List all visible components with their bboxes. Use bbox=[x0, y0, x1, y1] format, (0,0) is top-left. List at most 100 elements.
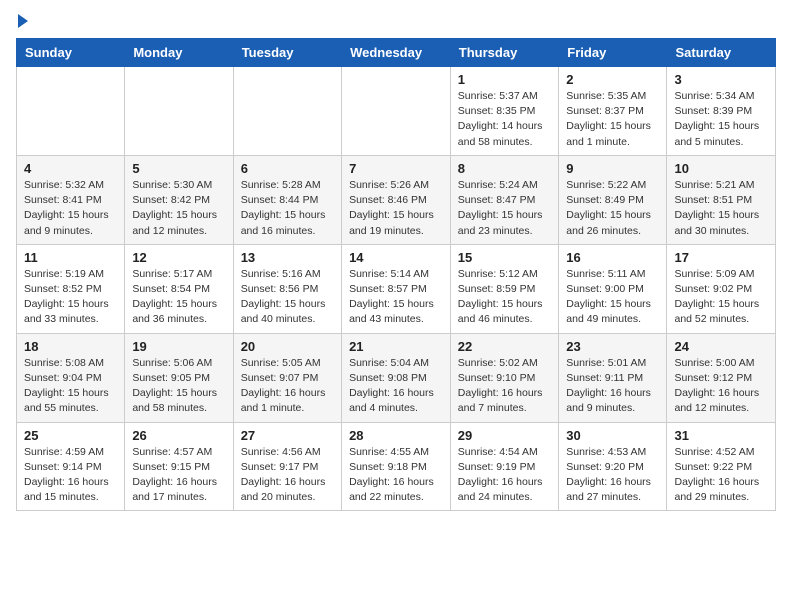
day-info: Sunrise: 5:28 AM Sunset: 8:44 PM Dayligh… bbox=[241, 178, 334, 239]
calendar-cell: 13 Sunrise: 5:16 AM Sunset: 8:56 PM Dayli… bbox=[233, 244, 341, 333]
day-info: Sunrise: 5:12 AM Sunset: 8:59 PM Dayligh… bbox=[458, 267, 552, 328]
calendar-cell: 2 Sunrise: 5:35 AM Sunset: 8:37 PM Daylig… bbox=[559, 67, 667, 156]
day-number: 6 bbox=[241, 161, 334, 176]
day-number: 2 bbox=[566, 72, 659, 87]
calendar-cell: 28 Sunrise: 4:55 AM Sunset: 9:18 PM Dayli… bbox=[342, 422, 451, 511]
day-of-week-header: Saturday bbox=[667, 39, 776, 67]
day-info: Sunrise: 5:21 AM Sunset: 8:51 PM Dayligh… bbox=[674, 178, 768, 239]
day-number: 24 bbox=[674, 339, 768, 354]
calendar-cell: 10 Sunrise: 5:21 AM Sunset: 8:51 PM Dayli… bbox=[667, 155, 776, 244]
day-number: 10 bbox=[674, 161, 768, 176]
calendar-header: SundayMondayTuesdayWednesdayThursdayFrid… bbox=[17, 39, 776, 67]
header-row: SundayMondayTuesdayWednesdayThursdayFrid… bbox=[17, 39, 776, 67]
day-number: 15 bbox=[458, 250, 552, 265]
calendar-cell: 17 Sunrise: 5:09 AM Sunset: 9:02 PM Dayli… bbox=[667, 244, 776, 333]
day-info: Sunrise: 4:54 AM Sunset: 9:19 PM Dayligh… bbox=[458, 445, 552, 506]
calendar-cell: 20 Sunrise: 5:05 AM Sunset: 9:07 PM Dayli… bbox=[233, 333, 341, 422]
calendar-week-row: 11Sunrise: 5:19 AM Sunset: 8:52 PM Dayli… bbox=[17, 244, 776, 333]
day-of-week-header: Friday bbox=[559, 39, 667, 67]
day-number: 16 bbox=[566, 250, 659, 265]
day-number: 26 bbox=[132, 428, 225, 443]
day-number: 25 bbox=[24, 428, 117, 443]
day-info: Sunrise: 5:16 AM Sunset: 8:56 PM Dayligh… bbox=[241, 267, 334, 328]
day-number: 1 bbox=[458, 72, 552, 87]
calendar-cell: 24Sunrise: 5:00 AM Sunset: 9:12 PM Dayli… bbox=[667, 333, 776, 422]
day-info: Sunrise: 5:22 AM Sunset: 8:49 PM Dayligh… bbox=[566, 178, 659, 239]
day-of-week-header: Sunday bbox=[17, 39, 125, 67]
day-number: 13 bbox=[241, 250, 334, 265]
day-number: 28 bbox=[349, 428, 443, 443]
calendar-cell: 23 Sunrise: 5:01 AM Sunset: 9:11 PM Dayli… bbox=[559, 333, 667, 422]
calendar-cell: 3 Sunrise: 5:34 AM Sunset: 8:39 PM Daylig… bbox=[667, 67, 776, 156]
day-info: Sunrise: 4:55 AM Sunset: 9:18 PM Dayligh… bbox=[349, 445, 443, 506]
calendar-cell: 18Sunrise: 5:08 AM Sunset: 9:04 PM Dayli… bbox=[17, 333, 125, 422]
calendar-body: 1Sunrise: 5:37 AM Sunset: 8:35 PM Daylig… bbox=[17, 67, 776, 511]
day-of-week-header: Monday bbox=[125, 39, 233, 67]
day-info: Sunrise: 5:05 AM Sunset: 9:07 PM Dayligh… bbox=[241, 356, 334, 417]
calendar-cell: 5Sunrise: 5:30 AM Sunset: 8:42 PM Daylig… bbox=[125, 155, 233, 244]
logo-arrow-icon bbox=[18, 14, 28, 28]
day-info: Sunrise: 5:04 AM Sunset: 9:08 PM Dayligh… bbox=[349, 356, 443, 417]
calendar-cell: 15 Sunrise: 5:12 AM Sunset: 8:59 PM Dayli… bbox=[450, 244, 559, 333]
calendar-cell bbox=[125, 67, 233, 156]
calendar-cell: 1Sunrise: 5:37 AM Sunset: 8:35 PM Daylig… bbox=[450, 67, 559, 156]
calendar-cell: 19 Sunrise: 5:06 AM Sunset: 9:05 PM Dayli… bbox=[125, 333, 233, 422]
calendar-cell: 16 Sunrise: 5:11 AM Sunset: 9:00 PM Dayli… bbox=[559, 244, 667, 333]
calendar-cell: 26 Sunrise: 4:57 AM Sunset: 9:15 PM Dayli… bbox=[125, 422, 233, 511]
day-info: Sunrise: 4:57 AM Sunset: 9:15 PM Dayligh… bbox=[132, 445, 225, 506]
day-info: Sunrise: 5:02 AM Sunset: 9:10 PM Dayligh… bbox=[458, 356, 552, 417]
day-number: 12 bbox=[132, 250, 225, 265]
day-number: 14 bbox=[349, 250, 443, 265]
day-info: Sunrise: 5:26 AM Sunset: 8:46 PM Dayligh… bbox=[349, 178, 443, 239]
day-number: 21 bbox=[349, 339, 443, 354]
calendar-cell: 25Sunrise: 4:59 AM Sunset: 9:14 PM Dayli… bbox=[17, 422, 125, 511]
day-info: Sunrise: 4:53 AM Sunset: 9:20 PM Dayligh… bbox=[566, 445, 659, 506]
calendar-cell: 22Sunrise: 5:02 AM Sunset: 9:10 PM Dayli… bbox=[450, 333, 559, 422]
calendar-cell: 30 Sunrise: 4:53 AM Sunset: 9:20 PM Dayli… bbox=[559, 422, 667, 511]
calendar-cell bbox=[342, 67, 451, 156]
day-info: Sunrise: 5:01 AM Sunset: 9:11 PM Dayligh… bbox=[566, 356, 659, 417]
calendar-cell: 29 Sunrise: 4:54 AM Sunset: 9:19 PM Dayli… bbox=[450, 422, 559, 511]
calendar-cell: 27 Sunrise: 4:56 AM Sunset: 9:17 PM Dayli… bbox=[233, 422, 341, 511]
day-number: 9 bbox=[566, 161, 659, 176]
day-info: Sunrise: 5:17 AM Sunset: 8:54 PM Dayligh… bbox=[132, 267, 225, 328]
calendar-cell bbox=[233, 67, 341, 156]
day-number: 17 bbox=[674, 250, 768, 265]
day-number: 5 bbox=[132, 161, 225, 176]
day-info: Sunrise: 5:24 AM Sunset: 8:47 PM Dayligh… bbox=[458, 178, 552, 239]
calendar-cell: 31Sunrise: 4:52 AM Sunset: 9:22 PM Dayli… bbox=[667, 422, 776, 511]
day-info: Sunrise: 5:06 AM Sunset: 9:05 PM Dayligh… bbox=[132, 356, 225, 417]
page-header bbox=[16, 16, 776, 28]
calendar-cell: 7 Sunrise: 5:26 AM Sunset: 8:46 PM Daylig… bbox=[342, 155, 451, 244]
logo bbox=[16, 16, 28, 28]
day-info: Sunrise: 5:09 AM Sunset: 9:02 PM Dayligh… bbox=[674, 267, 768, 328]
day-number: 4 bbox=[24, 161, 117, 176]
day-number: 8 bbox=[458, 161, 552, 176]
day-info: Sunrise: 5:34 AM Sunset: 8:39 PM Dayligh… bbox=[674, 89, 768, 150]
day-of-week-header: Thursday bbox=[450, 39, 559, 67]
day-number: 30 bbox=[566, 428, 659, 443]
day-info: Sunrise: 5:14 AM Sunset: 8:57 PM Dayligh… bbox=[349, 267, 443, 328]
day-of-week-header: Wednesday bbox=[342, 39, 451, 67]
day-number: 11 bbox=[24, 250, 117, 265]
calendar-cell: 4Sunrise: 5:32 AM Sunset: 8:41 PM Daylig… bbox=[17, 155, 125, 244]
day-number: 3 bbox=[674, 72, 768, 87]
day-info: Sunrise: 5:35 AM Sunset: 8:37 PM Dayligh… bbox=[566, 89, 659, 150]
calendar-week-row: 4Sunrise: 5:32 AM Sunset: 8:41 PM Daylig… bbox=[17, 155, 776, 244]
day-number: 23 bbox=[566, 339, 659, 354]
calendar-week-row: 25Sunrise: 4:59 AM Sunset: 9:14 PM Dayli… bbox=[17, 422, 776, 511]
calendar-cell: 9 Sunrise: 5:22 AM Sunset: 8:49 PM Daylig… bbox=[559, 155, 667, 244]
day-number: 27 bbox=[241, 428, 334, 443]
calendar-cell: 8 Sunrise: 5:24 AM Sunset: 8:47 PM Daylig… bbox=[450, 155, 559, 244]
day-of-week-header: Tuesday bbox=[233, 39, 341, 67]
day-info: Sunrise: 5:11 AM Sunset: 9:00 PM Dayligh… bbox=[566, 267, 659, 328]
day-number: 29 bbox=[458, 428, 552, 443]
day-info: Sunrise: 4:56 AM Sunset: 9:17 PM Dayligh… bbox=[241, 445, 334, 506]
calendar-cell bbox=[17, 67, 125, 156]
day-number: 20 bbox=[241, 339, 334, 354]
calendar-cell: 12 Sunrise: 5:17 AM Sunset: 8:54 PM Dayli… bbox=[125, 244, 233, 333]
day-info: Sunrise: 4:52 AM Sunset: 9:22 PM Dayligh… bbox=[674, 445, 768, 506]
calendar-cell: 11Sunrise: 5:19 AM Sunset: 8:52 PM Dayli… bbox=[17, 244, 125, 333]
day-number: 19 bbox=[132, 339, 225, 354]
day-number: 7 bbox=[349, 161, 443, 176]
